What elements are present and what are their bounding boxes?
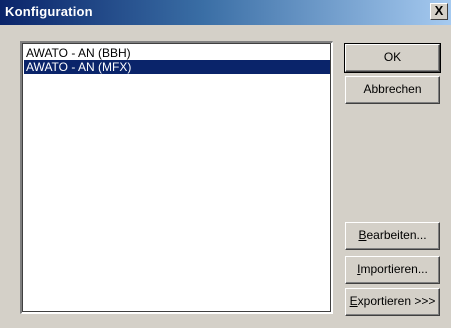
configuration-dialog: Konfiguration X AWATO - AN (BBH) AWATO -… — [0, 0, 451, 328]
window-title: Konfiguration — [5, 4, 93, 19]
import-button-label: mportieren... — [360, 262, 428, 276]
cancel-button-label: Abbrechen — [363, 82, 422, 96]
configuration-list[interactable]: AWATO - AN (BBH) AWATO - AN (MFX) — [20, 41, 333, 314]
close-button[interactable]: X — [430, 3, 448, 20]
list-item-selected[interactable]: AWATO - AN (MFX) — [24, 60, 330, 74]
ok-button-label: OK — [383, 50, 402, 64]
edit-button-label: earbeiten... — [366, 228, 427, 242]
cancel-button[interactable]: Abbrechen — [345, 76, 440, 104]
edit-button[interactable]: Bearbeiten... — [345, 222, 440, 250]
export-button-label: xportieren >>> — [357, 294, 436, 308]
export-button[interactable]: Exportieren >>> — [345, 288, 440, 316]
list-item-label: AWATO - AN (BBH) — [26, 46, 131, 60]
list-item[interactable]: AWATO - AN (BBH) — [24, 46, 330, 60]
export-mnemonic: E — [349, 294, 358, 308]
list-item-label: AWATO - AN (MFX) — [26, 60, 132, 74]
close-icon: X — [434, 3, 444, 18]
title-bar[interactable]: Konfiguration X — [0, 0, 451, 25]
ok-button[interactable]: OK — [344, 43, 441, 73]
import-button[interactable]: Importieren... — [345, 256, 440, 284]
